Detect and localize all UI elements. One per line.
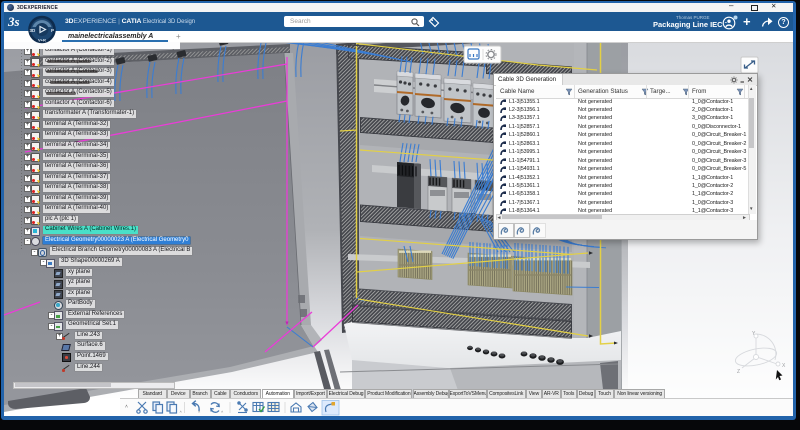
svg-text:V+R: V+R [38,38,46,43]
svg-text:3D: 3D [30,28,37,33]
svg-text:P: P [51,28,54,33]
